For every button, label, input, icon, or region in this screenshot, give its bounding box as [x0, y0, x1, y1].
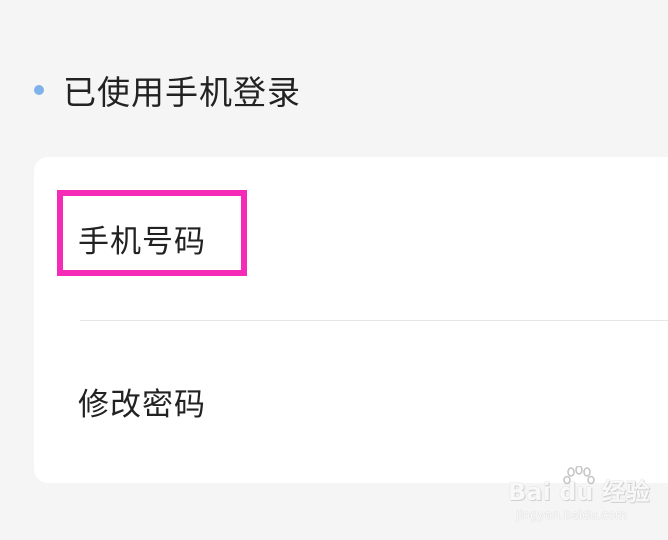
- change-password-label: 修改密码: [78, 387, 206, 423]
- section-header: 已使用手机登录: [34, 68, 301, 112]
- highlight-annotation-box: [57, 190, 247, 276]
- baidu-jingyan-watermark: Bai du 经验 jingyan.baidu.com: [508, 466, 658, 528]
- watermark-main-text: Bai du 经验: [508, 478, 650, 506]
- bullet-dot-icon: [34, 85, 44, 95]
- section-title: 已使用手机登录: [63, 73, 301, 112]
- watermark-url-text: jingyan.baidu.com: [516, 508, 627, 522]
- change-password-item[interactable]: 修改密码: [34, 320, 668, 483]
